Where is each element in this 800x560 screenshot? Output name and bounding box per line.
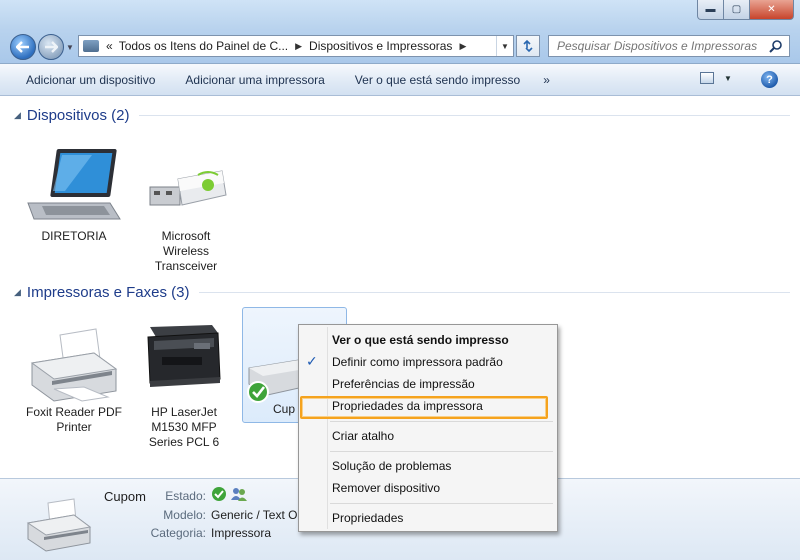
- search-icon[interactable]: [769, 39, 783, 53]
- see-printing-button[interactable]: Ver o que está sendo impresso: [340, 73, 535, 87]
- more-commands-button[interactable]: »: [535, 73, 558, 87]
- address-dropdown-icon[interactable]: ▼: [496, 36, 513, 56]
- group-divider: [139, 115, 790, 116]
- printer-hp-laserjet[interactable]: HP LaserJet M1530 MFP Series PCL 6: [134, 319, 234, 450]
- search-box[interactable]: [548, 35, 790, 57]
- view-icon: [700, 72, 714, 84]
- menu-item-see-printing[interactable]: Ver o que está sendo impresso: [332, 333, 509, 347]
- add-device-button[interactable]: Adicionar um dispositivo: [0, 73, 170, 87]
- printer-label: Foxit Reader PDF Printer: [25, 405, 123, 434]
- add-printer-button[interactable]: Adicionar uma impressora: [170, 73, 339, 87]
- refresh-icon: [523, 39, 533, 53]
- back-button[interactable]: [10, 34, 36, 60]
- printer-context-menu: Ver o que está sendo impresso ✓ Definir …: [298, 324, 558, 532]
- recent-pages-dropdown[interactable]: ▼: [66, 43, 76, 52]
- forward-button[interactable]: [38, 34, 64, 60]
- printer-icon: [24, 319, 124, 405]
- shared-users-icon: [231, 488, 247, 501]
- navigation-buttons: ▼: [10, 34, 76, 60]
- help-button[interactable]: ?: [761, 71, 778, 88]
- change-view-button[interactable]: ▼: [700, 72, 732, 84]
- devices-group-title: Dispositivos (2): [26, 107, 130, 124]
- laptop-icon: [24, 141, 124, 229]
- printer-icon: [24, 493, 96, 556]
- breadcrumb-separator-icon[interactable]: ▶: [291, 41, 306, 52]
- breadcrumb-control-panel[interactable]: Todos os Itens do Painel de C...: [116, 39, 291, 53]
- maximize-button[interactable]: ▢: [724, 0, 750, 20]
- control-panel-icon: [83, 40, 99, 52]
- view-dropdown-icon[interactable]: ▼: [724, 74, 732, 83]
- close-button[interactable]: ✕: [750, 0, 794, 20]
- model-value: Generic / Text O: [211, 508, 298, 522]
- printer-label: HP LaserJet M1530 MFP Series PCL 6: [148, 405, 220, 449]
- category-value: Impressora: [211, 526, 272, 540]
- command-bar: Adicionar um dispositivo Adicionar uma i…: [0, 64, 800, 96]
- category-label: Categoria:: [150, 526, 206, 540]
- menu-separator: [330, 421, 553, 422]
- menu-item-troubleshoot[interactable]: Solução de problemas: [332, 459, 451, 473]
- minimize-button[interactable]: ▬: [697, 0, 724, 20]
- device-label: Microsoft Wireless Transceiver: [154, 229, 218, 273]
- device-wireless-transceiver[interactable]: Microsoft Wireless Transceiver: [138, 141, 234, 274]
- status-label: Estado:: [165, 489, 206, 503]
- menu-item-create-shortcut[interactable]: Criar atalho: [332, 429, 394, 443]
- menu-separator: [330, 451, 553, 452]
- printer-default-icon: [243, 318, 303, 404]
- collapse-icon[interactable]: ◢: [14, 287, 21, 298]
- collapse-icon[interactable]: ◢: [14, 110, 21, 121]
- breadcrumb-separator-icon[interactable]: ▶: [455, 41, 470, 52]
- devices-group-header[interactable]: ◢ Dispositivos (2): [14, 107, 790, 124]
- breadcrumb-overflow[interactable]: «: [103, 39, 116, 53]
- menu-separator: [330, 503, 553, 504]
- refresh-button[interactable]: [516, 35, 540, 57]
- ready-status-icon: [212, 487, 226, 501]
- model-label: Modelo:: [163, 508, 206, 522]
- breadcrumb-devices-printers[interactable]: Dispositivos e Impressoras: [306, 39, 455, 53]
- window-controls: ▬ ▢ ✕: [697, 0, 794, 20]
- menu-item-printing-preferences[interactable]: Preferências de impressão: [332, 377, 475, 391]
- menu-item-properties[interactable]: Propriedades: [332, 511, 403, 525]
- devices-and-printers-window: ▬ ▢ ✕ ▼ « Todos os Itens do Painel de C.…: [0, 0, 800, 560]
- usb-transceiver-icon: [138, 141, 234, 229]
- highlight-box: [300, 396, 548, 419]
- menu-gutter: [327, 327, 328, 529]
- checkmark-icon: ✓: [306, 353, 318, 369]
- printer-label-partial: Cup: [273, 402, 296, 416]
- printers-group-header[interactable]: ◢ Impressoras e Faxes (3): [14, 284, 790, 301]
- printer-foxit[interactable]: Foxit Reader PDF Printer: [24, 319, 124, 435]
- group-divider: [199, 292, 790, 293]
- device-label: DIRETORIA: [41, 229, 107, 243]
- window-chrome: ▬ ▢ ✕ ▼ « Todos os Itens do Painel de C.…: [0, 0, 800, 64]
- multifunction-printer-icon: [134, 319, 234, 405]
- arrow-left-icon: [16, 41, 29, 53]
- device-diretoria[interactable]: DIRETORIA: [24, 141, 124, 244]
- menu-item-remove-device[interactable]: Remover dispositivo: [332, 481, 440, 495]
- printers-group-title: Impressoras e Faxes (3): [26, 284, 190, 301]
- menu-item-set-default[interactable]: Definir como impressora padrão: [332, 355, 503, 369]
- search-input[interactable]: [549, 39, 759, 53]
- arrow-right-icon: [45, 41, 58, 53]
- status-icons: [211, 486, 251, 505]
- address-bar[interactable]: « Todos os Itens do Painel de C... ▶ Dis…: [78, 35, 514, 57]
